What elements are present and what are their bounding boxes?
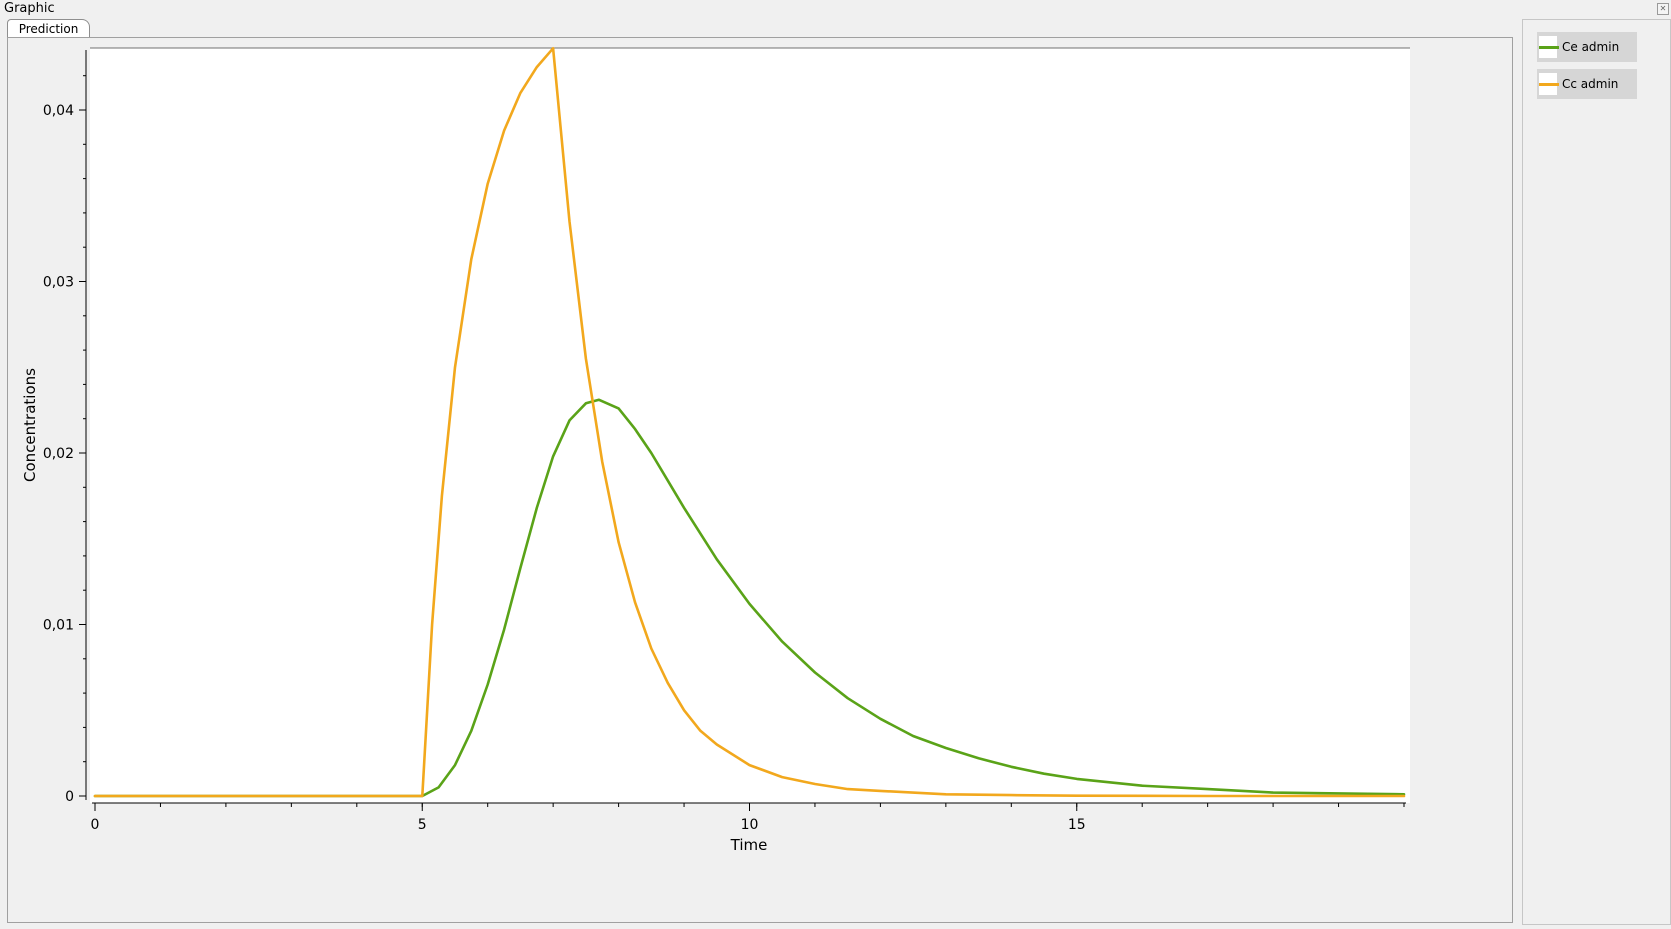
- x-tick-label: 10: [741, 817, 759, 833]
- legend-item-cc-admin[interactable]: Cc admin: [1537, 69, 1637, 99]
- x-axis: 0 5 10 15: [91, 802, 1406, 833]
- plot-area: [90, 48, 1410, 803]
- concentration-chart: 0 0,01 0,02 0,03 0,04 0 5 10 15 Time Concentrat…: [21, 47, 1410, 854]
- y-tick-label: 0,03: [43, 275, 74, 291]
- y-axis-label: Concentrations: [21, 368, 39, 482]
- x-tick-label: 15: [1068, 817, 1086, 833]
- y-tick-label: 0,01: [43, 618, 74, 634]
- legend-line-cc: [1539, 83, 1559, 86]
- y-tick-label: 0: [65, 789, 74, 805]
- window-title: Graphic: [4, 1, 55, 16]
- y-tick-label: 0,04: [43, 103, 74, 119]
- tab-prediction[interactable]: Prediction: [7, 19, 90, 38]
- x-axis-label: Time: [730, 836, 768, 854]
- y-axis: 0 0,01 0,02 0,03 0,04: [43, 50, 87, 805]
- x-tick-label: 0: [91, 817, 100, 833]
- legend-line-ce: [1539, 46, 1559, 49]
- x-tick-label: 5: [418, 817, 427, 833]
- legend-panel: Ce admin Cc admin: [1522, 19, 1671, 925]
- legend-label-ce: Ce admin: [1562, 40, 1620, 54]
- y-tick-label: 0,02: [43, 446, 74, 462]
- legend-label-cc: Cc admin: [1562, 77, 1619, 91]
- legend-item-ce-admin[interactable]: Ce admin: [1537, 32, 1637, 62]
- plot-panel: 0 0,01 0,02 0,03 0,04 0 5 10 15 Time Concentrat…: [7, 37, 1513, 923]
- close-icon[interactable]: ✕: [1657, 3, 1669, 15]
